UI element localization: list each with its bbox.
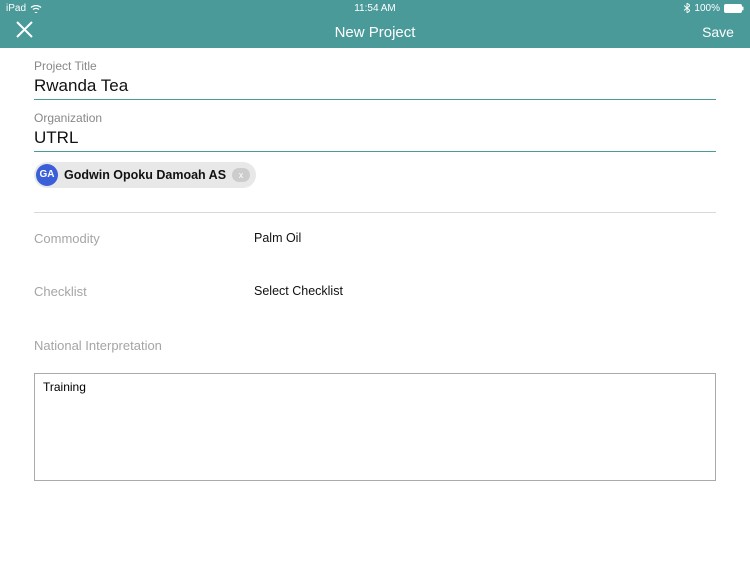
status-left: iPad bbox=[6, 3, 42, 14]
people-row: GA Godwin Opoku Damoah AS x bbox=[34, 162, 716, 213]
project-title-field: Project Title bbox=[34, 58, 716, 100]
close-icon[interactable] bbox=[16, 21, 33, 43]
wifi-icon bbox=[30, 4, 42, 13]
status-time: 11:54 AM bbox=[354, 3, 396, 14]
project-title-input[interactable] bbox=[34, 75, 716, 100]
commodity-label: Commodity bbox=[34, 231, 254, 247]
bluetooth-icon bbox=[684, 3, 690, 13]
page-title: New Project bbox=[335, 24, 416, 41]
commodity-row: Commodity Palm Oil bbox=[34, 231, 716, 247]
status-right: 100% bbox=[684, 3, 744, 14]
person-name: Godwin Opoku Damoah AS bbox=[64, 168, 226, 182]
project-title-label: Project Title bbox=[34, 58, 716, 75]
organization-input[interactable] bbox=[34, 127, 716, 152]
person-chip[interactable]: GA Godwin Opoku Damoah AS x bbox=[34, 162, 256, 188]
battery-icon bbox=[724, 4, 744, 13]
organization-label: Organization bbox=[34, 110, 716, 127]
national-interpretation-label: National Interpretation bbox=[34, 338, 716, 353]
device-label: iPad bbox=[6, 3, 26, 14]
status-bar: iPad 11:54 AM 100% bbox=[0, 0, 750, 16]
save-button[interactable]: Save bbox=[702, 24, 734, 40]
avatar: GA bbox=[36, 164, 58, 186]
commodity-selector[interactable]: Palm Oil bbox=[254, 231, 301, 245]
national-interpretation-textarea[interactable] bbox=[34, 373, 716, 481]
chip-remove-icon[interactable]: x bbox=[232, 168, 250, 182]
organization-field: Organization bbox=[34, 110, 716, 152]
nav-bar: New Project Save bbox=[0, 16, 750, 48]
checklist-label: Checklist bbox=[34, 284, 254, 300]
checklist-row: Checklist Select Checklist bbox=[34, 284, 716, 300]
form-content: Project Title Organization GA Godwin Opo… bbox=[0, 48, 750, 506]
battery-percent: 100% bbox=[694, 3, 720, 14]
checklist-selector[interactable]: Select Checklist bbox=[254, 284, 343, 298]
